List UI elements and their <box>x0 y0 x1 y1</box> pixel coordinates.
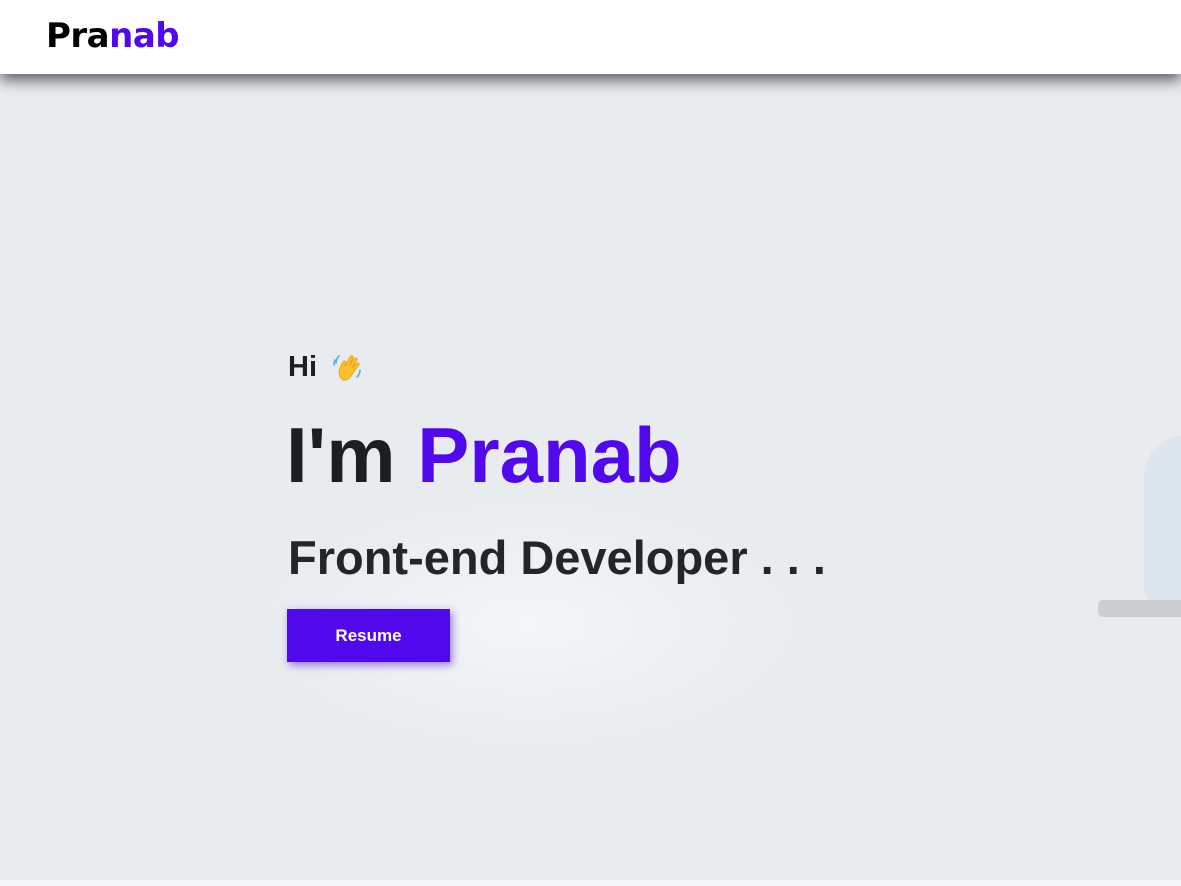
logo-text-accent: nab <box>109 16 180 56</box>
hero-headline: I'm Pranab <box>286 410 682 500</box>
site-logo[interactable]: Pranab <box>46 16 180 56</box>
greeting-text: Hi <box>288 351 317 383</box>
resume-button[interactable]: Resume <box>287 609 450 662</box>
hero-section: Hi I'm Pranab Front-end Developer . . . … <box>0 74 1181 880</box>
role-subtitle: Front-end Developer . . . <box>288 531 826 584</box>
bottom-strip <box>0 880 1181 886</box>
decorative-bar <box>1098 600 1181 617</box>
headline-name: Pranab <box>417 411 682 499</box>
logo-text-first: Pra <box>46 16 110 56</box>
headline-prefix: I'm <box>286 411 396 499</box>
greeting: Hi <box>288 349 365 385</box>
navbar: Pranab <box>0 0 1181 74</box>
waving-hand-icon <box>333 355 361 381</box>
decorative-figure <box>1144 436 1181 616</box>
